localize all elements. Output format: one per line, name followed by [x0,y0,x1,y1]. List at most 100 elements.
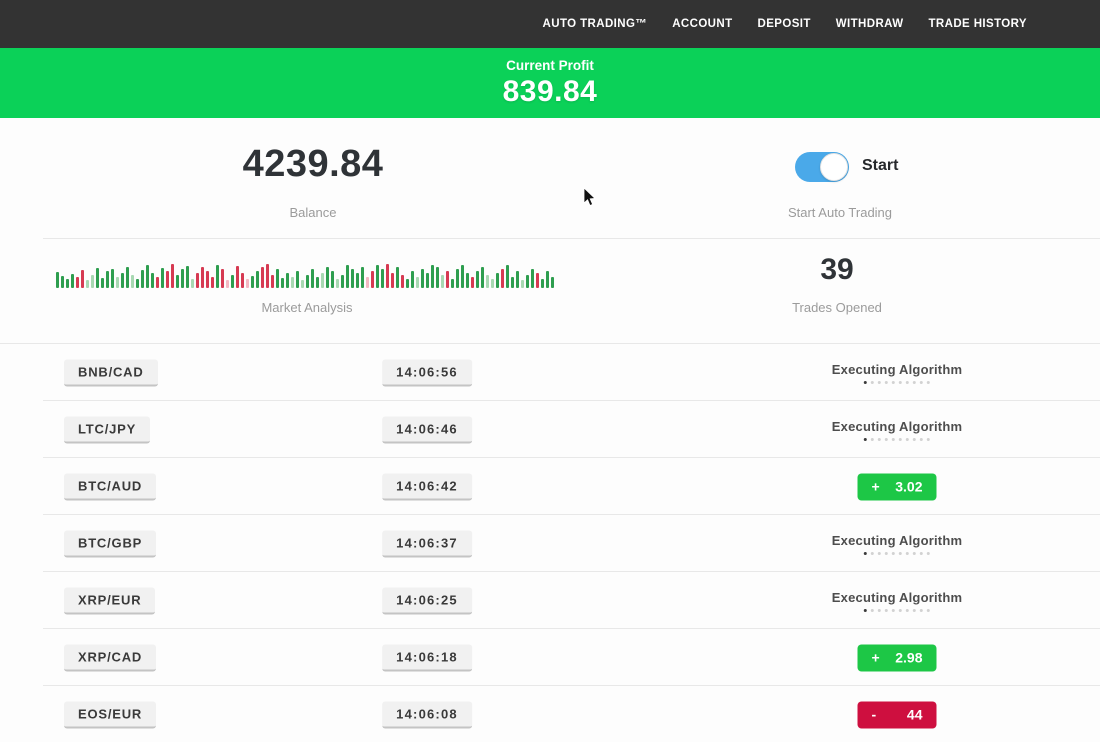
pair-chip: BNB/CAD [64,359,158,386]
chart-bar [221,269,224,288]
chart-bar [446,271,449,288]
trade-row: XRP/CAD 14:06:18 + 2.98 [0,629,1100,686]
chart-bar [441,275,444,288]
chart-bar [236,266,239,288]
chart-bar [416,277,419,288]
chart-bar [376,265,379,288]
chart-bar [241,273,244,288]
progress-dots [832,552,962,555]
pair-chip: EOS/EUR [64,701,156,728]
market-analysis-chart [56,260,562,288]
chart-bar [156,277,159,288]
result-badge: - 44 [858,701,937,728]
chart-bar [191,279,194,288]
chart-bar [536,273,539,288]
badge-amount: 3.02 [895,479,922,495]
chart-bar [371,271,374,288]
balance-value: 4239.84 [113,143,513,186]
chart-bar [381,269,384,288]
progress-dots [832,381,962,384]
current-profit-value: 839.84 [503,75,598,109]
chart-bar [426,273,429,288]
badge-amount: 44 [907,707,923,723]
trades-list: BNB/CAD 14:06:56 Executing Algorithm LTC… [0,343,1100,742]
status-executing: Executing Algorithm [832,590,962,612]
chart-bar [306,275,309,288]
chart-bar [111,269,114,288]
trade-row: LTC/JPY 14:06:46 Executing Algorithm [0,401,1100,458]
chart-bar [551,277,554,288]
badge-sign: + [872,650,880,666]
chart-bar [211,277,214,288]
chart-bar [506,265,509,288]
chart-bar [231,275,234,288]
badge-amount: 2.98 [895,650,922,666]
chart-bar [251,276,254,288]
pair-chip: XRP/CAD [64,644,156,671]
chart-bar [66,279,69,288]
chart-bar [476,271,479,288]
chart-bar [86,280,89,288]
nav-item-deposit[interactable]: DEPOSIT [758,18,811,30]
chart-bar [496,273,499,288]
chart-bar [361,267,364,288]
chart-bar [276,269,279,288]
nav-item-auto-trading[interactable]: AUTO TRADING™ [543,18,648,30]
pair-chip: BTC/AUD [64,473,156,500]
chart-bar [501,269,504,288]
section-divider [43,238,1100,239]
badge-sign: - [872,707,877,723]
chart-bar [126,267,129,288]
chart-bar [456,269,459,288]
chart-bar [546,271,549,288]
main-nav: AUTO TRADING™ ACCOUNT DEPOSIT WITHDRAW T… [0,0,1100,48]
chart-bar [516,271,519,288]
chart-bar [321,273,324,288]
chart-bar [526,275,529,288]
chart-bar [436,267,439,288]
chart-bar [486,275,489,288]
chart-bar [356,273,359,288]
time-chip: 14:06:37 [382,530,472,557]
chart-bar [181,269,184,288]
nav-item-trade-history[interactable]: TRADE HISTORY [929,18,1028,30]
chart-bar [246,279,249,288]
chart-bar [296,271,299,288]
chart-bar [171,264,174,288]
trade-row: BTC/GBP 14:06:37 Executing Algorithm [0,515,1100,572]
chart-bar [331,271,334,288]
nav-item-account[interactable]: ACCOUNT [672,18,732,30]
chart-bar [271,275,274,288]
auto-trading-toggle[interactable] [795,152,849,182]
chart-bar [121,273,124,288]
chart-bar [106,271,109,288]
chart-bar [431,265,434,288]
chart-bar [491,279,494,288]
chart-bar [301,280,304,288]
chart-bar [391,273,394,288]
auto-trading-page: AUTO TRADING™ ACCOUNT DEPOSIT WITHDRAW T… [0,0,1100,742]
pair-chip: BTC/GBP [64,530,156,557]
status-label: Executing Algorithm [832,362,962,377]
chart-bar [101,278,104,288]
chart-bar [71,274,74,288]
chart-bar [166,271,169,288]
chart-bar [521,280,524,288]
chart-bar [396,267,399,288]
nav-item-withdraw[interactable]: WITHDRAW [836,18,904,30]
time-chip: 14:06:18 [382,644,472,671]
mouse-cursor [583,188,597,208]
chart-bar [316,277,319,288]
chart-bar [511,277,514,288]
pair-chip: LTC/JPY [64,416,150,443]
chart-bar [161,268,164,288]
toggle-knob[interactable] [820,153,848,181]
toggle-start-label: Start [862,157,898,175]
chart-bar [421,269,424,288]
chart-bar [96,268,99,288]
time-chip: 14:06:56 [382,359,472,386]
chart-bar [261,267,264,288]
chart-bar [541,279,544,288]
chart-bar [346,265,349,288]
trade-row: EOS/EUR 14:06:08 - 44 [0,686,1100,742]
